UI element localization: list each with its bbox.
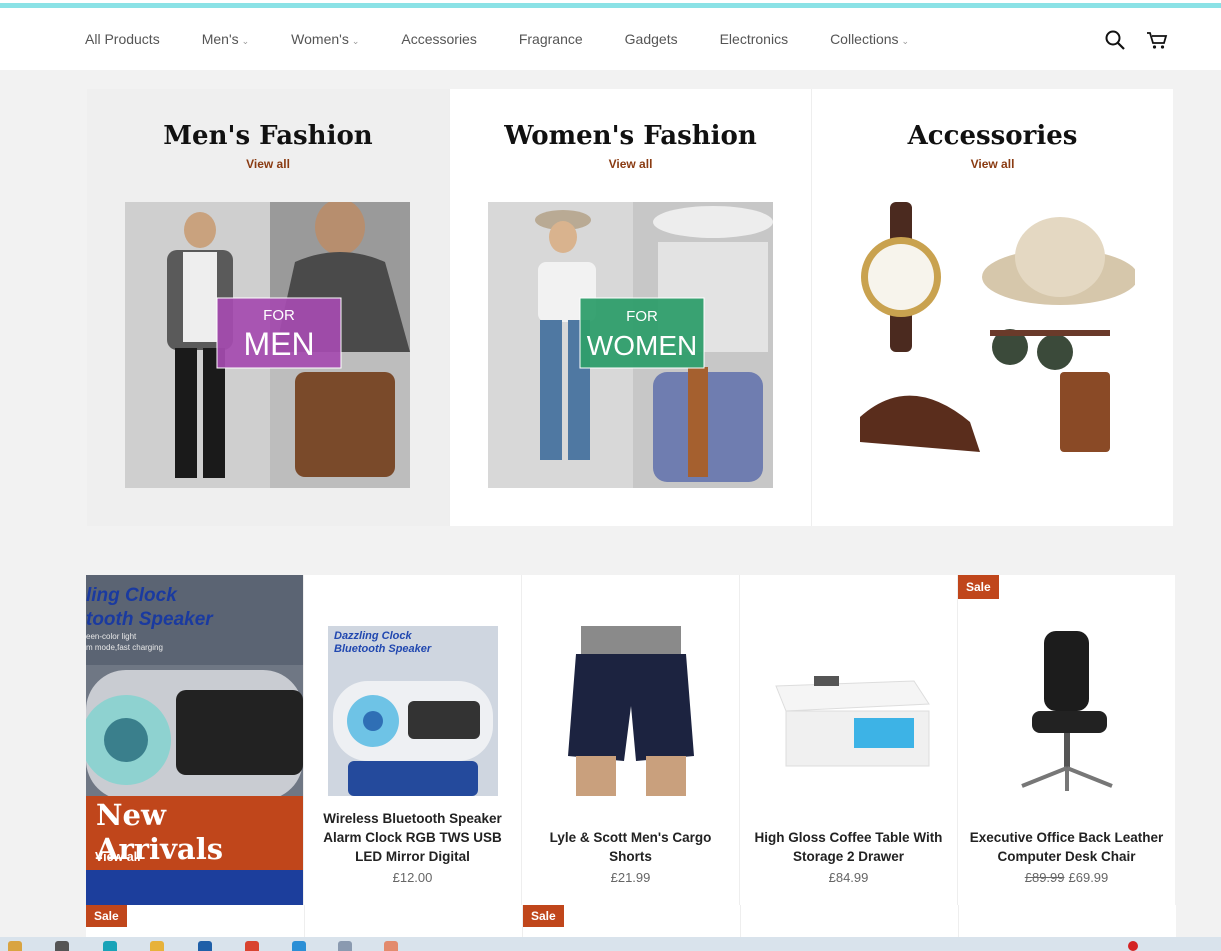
product-card[interactable]: Dazzling Clock Bluetooth Speaker Wireles… — [303, 575, 521, 905]
collection-womens[interactable]: Women's Fashion View all FOR WOMEN — [449, 89, 811, 526]
collection-mens[interactable]: Men's Fashion View all FOR MEN — [87, 89, 449, 526]
os-taskbar — [0, 937, 1221, 951]
product-title[interactable]: High Gloss Coffee Table With Storage 2 D… — [748, 828, 949, 866]
product-card[interactable] — [304, 905, 522, 937]
badge-line2: WOMEN — [587, 330, 697, 361]
start-icon[interactable] — [8, 941, 22, 951]
app-icon[interactable] — [338, 941, 352, 951]
collection-accessories[interactable]: Accessories View all — [811, 89, 1173, 526]
chrome-icon[interactable] — [245, 941, 259, 951]
collection-title: Accessories — [907, 121, 1078, 151]
mens-collection-image[interactable]: FOR MEN — [125, 202, 410, 488]
product-card[interactable]: High Gloss Coffee Table With Storage 2 D… — [739, 575, 957, 905]
product-title[interactable]: Wireless Bluetooth Speaker Alarm Clock R… — [312, 809, 513, 866]
main-nav: All Products Men's ⌄ Women's ⌄ Accessories… — [85, 31, 951, 47]
browser-icon[interactable] — [103, 941, 117, 951]
sale-badge: Sale — [958, 575, 999, 599]
view-all-link[interactable]: View all — [95, 850, 141, 864]
app-icon[interactable] — [384, 941, 398, 951]
badge-line2: MEN — [243, 326, 314, 362]
site-header: All Products Men's ⌄ Women's ⌄ Accessories… — [0, 10, 1221, 70]
nav-all-products[interactable]: All Products — [85, 31, 160, 47]
product-grid: ling Clock tooth Speaker een-color light… — [86, 575, 1176, 905]
promo-sub-2: m mode,fast charging — [86, 643, 163, 652]
badge-line1: FOR — [263, 307, 295, 324]
product-price: £12.00 — [392, 870, 433, 885]
sale-badge: Sale — [86, 905, 127, 927]
product-card[interactable] — [958, 905, 1176, 937]
product-card[interactable]: Sale — [522, 905, 740, 937]
product-image[interactable]: Dazzling Clock Bluetooth Speaker — [328, 626, 498, 796]
nav-gadgets[interactable]: Gadgets — [625, 31, 678, 47]
view-all-link[interactable]: View all — [450, 157, 811, 171]
collection-title: Men's Fashion — [163, 121, 373, 151]
accessories-collection-image[interactable] — [850, 202, 1135, 488]
collection-title: Women's Fashion — [504, 121, 757, 151]
nav-womens[interactable]: Women's ⌄ — [291, 31, 359, 47]
taskview-icon[interactable] — [55, 941, 69, 951]
view-all-link[interactable]: View all — [812, 157, 1173, 171]
chevron-down-icon: ⌄ — [901, 36, 910, 46]
promo-sub-1: een-color light — [86, 632, 137, 641]
promo-headline-2: tooth Speaker — [86, 609, 214, 630]
product-grid-row-2: Sale Sale — [86, 905, 1176, 937]
notification-icon[interactable] — [1128, 941, 1138, 951]
product-image[interactable] — [764, 626, 934, 796]
nav-collections[interactable]: Collections ⌄ — [830, 31, 909, 47]
mail-icon[interactable] — [198, 941, 212, 951]
product-price: £21.99 — [610, 870, 651, 885]
browser-top-strip — [0, 0, 1221, 10]
cart-icon[interactable] — [1146, 29, 1168, 51]
product-card[interactable]: Sale Executive Office Back Leather Compu… — [957, 575, 1175, 905]
chevron-down-icon: ⌄ — [351, 36, 360, 46]
product-card[interactable]: Lyle & Scott Men's Cargo Shorts £21.99 — [521, 575, 739, 905]
womens-collection-image[interactable]: FOR WOMEN — [488, 202, 773, 488]
view-all-link[interactable]: View all — [87, 157, 449, 171]
nav-accessories[interactable]: Accessories — [401, 31, 476, 47]
product-title[interactable]: Lyle & Scott Men's Cargo Shorts — [530, 828, 731, 866]
sale-badge: Sale — [523, 905, 564, 927]
nav-electronics[interactable]: Electronics — [720, 31, 788, 47]
nav-fragrance[interactable]: Fragrance — [519, 31, 583, 47]
product-price: £89.99 £69.99 — [958, 870, 1175, 885]
product-title[interactable]: Executive Office Back Leather Computer D… — [966, 828, 1167, 866]
nav-mens[interactable]: Men's ⌄ — [202, 31, 249, 47]
sale-price: £69.99 — [1068, 870, 1109, 885]
search-icon[interactable] — [1104, 29, 1126, 51]
accent-line — [0, 3, 1221, 8]
product-image-text-2: Bluetooth Speaker — [334, 643, 432, 655]
original-price: £89.99 — [1024, 870, 1065, 885]
product-card[interactable] — [740, 905, 958, 937]
product-image[interactable] — [982, 626, 1152, 796]
store-icon[interactable] — [292, 941, 306, 951]
new-arrivals-promo[interactable]: ling Clock tooth Speaker een-color light… — [86, 575, 303, 905]
folder-icon[interactable] — [150, 941, 164, 951]
promo-headline-1: ling Clock — [86, 585, 178, 606]
product-image-text-1: Dazzling Clock — [334, 630, 413, 642]
chevron-down-icon: ⌄ — [241, 36, 250, 46]
collections-grid: Men's Fashion View all FOR MEN Women's F… — [87, 89, 1175, 526]
product-price: £84.99 — [828, 870, 869, 885]
product-card[interactable]: Sale — [86, 905, 304, 937]
badge-line1: FOR — [626, 308, 658, 325]
product-image[interactable] — [546, 626, 716, 796]
